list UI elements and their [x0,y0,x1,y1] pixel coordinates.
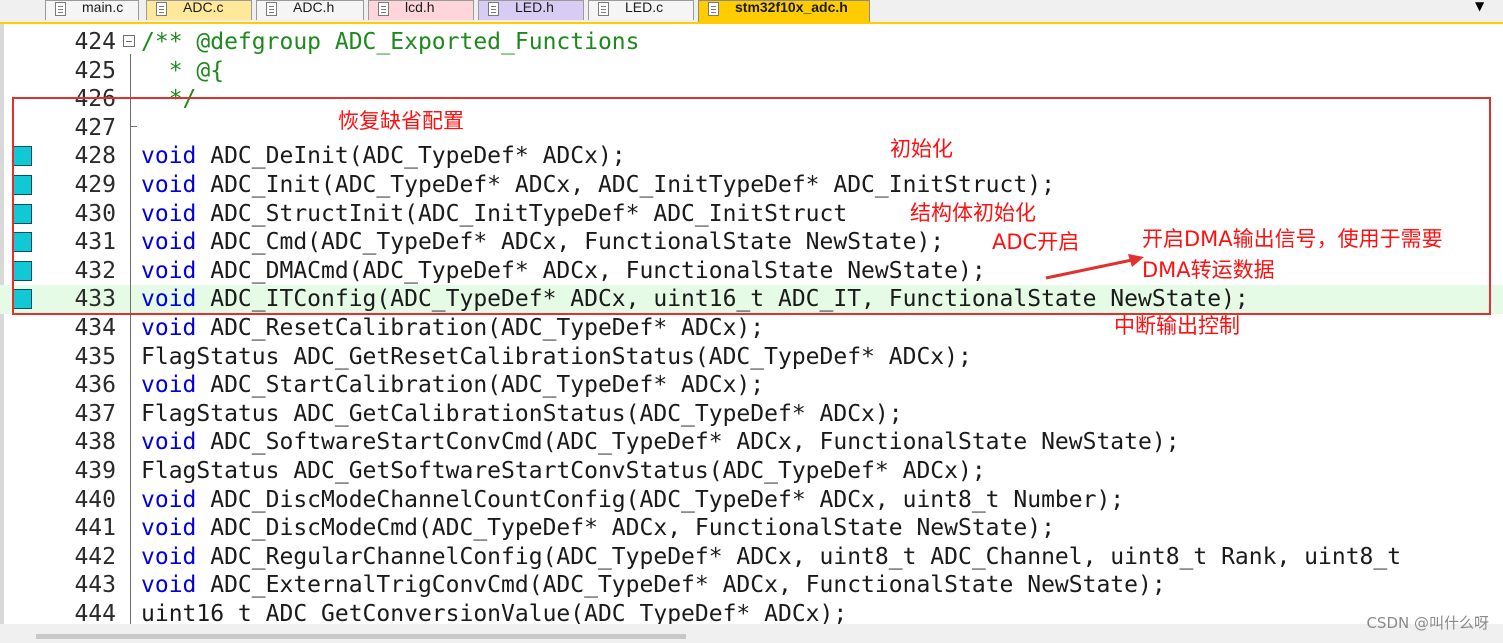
line-number: 443 [74,572,116,599]
annotation-arrow [1045,254,1144,280]
tab-lcd-h[interactable]: lcd.h [368,0,474,20]
code-line[interactable]: 443 void ADC_ExternalTrigConvCmd(ADC_Type… [0,571,1503,600]
code-token: ADC_ExternalTrigConvCmd(ADC_TypeDef* ADC… [196,572,1166,599]
file-icon [156,2,167,16]
line-number: 440 [74,486,116,513]
code-line[interactable]: 439 FlagStatus ADC_GetSoftwareStartConvSt… [0,457,1503,486]
code-token: FlagStatus ADC_GetSoftwareStartConvStatu… [141,458,986,484]
line-number: 436 [74,372,116,399]
comment-token: * @{ [141,57,225,84]
tab-label: LED.h [515,0,554,15]
file-icon [266,2,277,16]
keyword-token: void [141,486,197,513]
fold-collapse-icon[interactable] [123,35,135,47]
line-number: 437 [74,400,116,427]
tab-adc-h[interactable]: ADC.h [256,0,364,20]
code-text: * @{ [141,57,224,85]
line-number: 439 [74,458,116,484]
code-token: FlagStatus ADC_GetResetCalibrationStatus… [141,343,972,370]
code-token: ADC_DiscModeChannelCountConfig(ADC_TypeD… [196,486,1125,513]
file-icon [488,2,499,16]
tab-label: ADC.c [183,0,224,15]
code-text: FlagStatus ADC_GetSoftwareStartConvStatu… [141,457,986,485]
keyword-token: void [141,515,197,542]
file-icon [598,2,609,16]
comment-token: /** @defgroup ADC_Exported_Functions [141,29,640,55]
code-text: void ADC_RegularChannelConfig(ADC_TypeDe… [141,543,1401,571]
code-line[interactable]: 435 FlagStatus ADC_GetResetCalibrationSta… [0,343,1503,372]
keyword-token: void [141,372,197,399]
annotation-interrupt: 中断输出控制 [1114,314,1240,338]
code-token: ADC_SoftwareStartConvCmd(ADC_TypeDef* AD… [196,429,1180,456]
code-text: FlagStatus ADC_GetResetCalibrationStatus… [141,343,972,371]
code-line[interactable]: 434 void ADC_ResetCalibration(ADC_TypeDef… [0,314,1503,343]
annotation-dma-line1: 开启DMA输出信号，使用于需要 [1142,227,1443,251]
code-line[interactable]: 424 /** @defgroup ADC_Exported_Functions [0,28,1503,57]
code-text: void ADC_ExternalTrigConvCmd(ADC_TypeDef… [141,571,1166,599]
file-icon [708,2,719,16]
code-token: ADC_RegularChannelConfig(ADC_TypeDef* AD… [196,543,1402,570]
code-text: void ADC_SoftwareStartConvCmd(ADC_TypeDe… [141,428,1180,456]
line-number: 442 [74,543,116,570]
line-number: 441 [74,515,116,542]
annotation-struct-init: 结构体初始化 [910,201,1036,225]
tab-led-h[interactable]: LED.h [478,0,584,20]
tab-stm32f10x-adc-h[interactable]: stm32f10x_adc.h [698,0,870,22]
tab-label: lcd.h [405,0,435,15]
code-text: void ADC_ResetCalibration(ADC_TypeDef* A… [141,314,764,342]
code-line[interactable]: 438 void ADC_SoftwareStartConvCmd(ADC_Typ… [0,428,1503,457]
file-icon [55,2,66,16]
keyword-token: void [141,429,197,456]
code-line[interactable]: 440 void ADC_DiscModeChannelCountConfig(A… [0,486,1503,515]
code-text: /** @defgroup ADC_Exported_Functions [141,28,640,56]
tab-adc-c[interactable]: ADC.c [146,0,252,20]
code-token: ADC_ResetCalibration(ADC_TypeDef* ADCx); [196,315,765,341]
tab-led-c[interactable]: LED.c [588,0,694,20]
tab-label: stm32f10x_adc.h [735,0,848,15]
code-line[interactable]: 425 * @{ [0,57,1503,86]
code-line[interactable]: 441 void ADC_DiscModeCmd(ADC_TypeDef* ADC… [0,514,1503,543]
annotation-dma-line2: DMA转运数据 [1142,258,1275,282]
annotation-init: 初始化 [890,137,953,161]
tab-main-c[interactable]: main.c [45,0,139,20]
code-line[interactable]: 436 void ADC_StartCalibration(ADC_TypeDef… [0,371,1503,400]
scrollbar-thumb[interactable] [36,634,686,639]
line-number: 438 [74,429,116,456]
horizontal-scrollbar[interactable] [0,624,1503,643]
file-icon [378,2,389,16]
watermark: CSDN @叫什么呀 [1366,614,1489,632]
keyword-token: void [141,572,197,599]
keyword-token: void [141,315,197,341]
code-text: void ADC_DiscModeChannelCountConfig(ADC_… [141,486,1124,514]
tab-bar: main.c ADC.c ADC.h lcd.h LED.h LED.c stm… [0,0,1503,24]
line-number: 435 [74,343,116,370]
code-token: FlagStatus ADC_GetCalibrationStatus(ADC_… [141,400,903,427]
code-line[interactable]: 442 void ADC_RegularChannelConfig(ADC_Typ… [0,543,1503,572]
code-text: void ADC_StartCalibration(ADC_TypeDef* A… [141,371,764,399]
line-number: 434 [74,315,116,341]
line-number: 425 [74,57,116,84]
tab-label: ADC.h [293,0,335,15]
keyword-token: void [141,543,197,570]
tab-label: main.c [82,0,124,15]
annotation-restore-default: 恢复缺省配置 [338,109,464,133]
line-number: 424 [74,29,116,55]
code-token: ADC_DiscModeCmd(ADC_TypeDef* ADCx, Funct… [196,515,1055,542]
code-text: void ADC_DiscModeCmd(ADC_TypeDef* ADCx, … [141,514,1055,542]
code-text: FlagStatus ADC_GetCalibrationStatus(ADC_… [141,400,903,428]
dropdown-arrow-icon[interactable]: ▼ [1475,0,1491,17]
code-line[interactable]: 437 FlagStatus ADC_GetCalibrationStatus(A… [0,400,1503,429]
code-token: ADC_StartCalibration(ADC_TypeDef* ADCx); [196,372,765,399]
tab-label: LED.c [625,0,664,15]
